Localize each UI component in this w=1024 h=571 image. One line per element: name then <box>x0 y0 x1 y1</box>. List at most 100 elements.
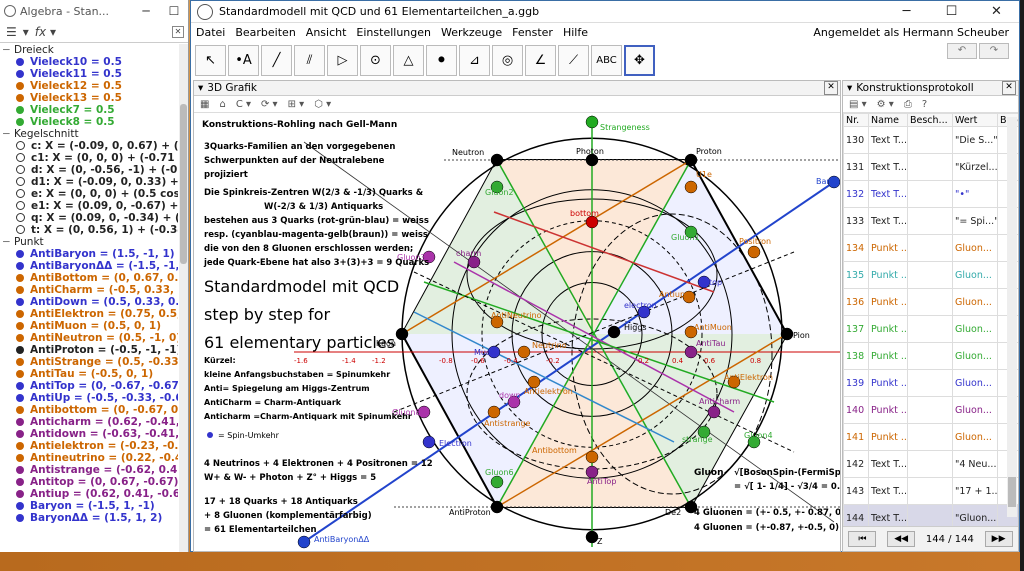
point-label[interactable]: Gluon2 <box>485 188 514 197</box>
column-header[interactable]: Nr. <box>843 113 869 127</box>
algebra-item[interactable]: AntiTau = (-0.5, 0, 1) <box>0 368 178 380</box>
tool-button[interactable]: ◎ <box>492 44 523 76</box>
collapse-icon[interactable]: ▾ <box>198 82 203 94</box>
algebra-group[interactable]: − Punkt <box>0 236 178 248</box>
visibility-toggle-icon[interactable] <box>16 418 24 426</box>
view-direction-icon[interactable]: ⊞ ▾ <box>288 99 305 110</box>
point-label[interactable]: Gluon4 <box>744 431 773 440</box>
point-label[interactable]: Higgs <box>624 323 647 332</box>
minimize-button[interactable]: ─ <box>884 4 929 19</box>
algebra-item[interactable]: Antineutrino = (0.22, -0.45) <box>0 452 178 464</box>
graphics-3d-canvas[interactable]: -1.6 -1.4 -1.2 -0.8 -0.6 -0.4 -0.2 0.2 0.4 0.6 0.8… <box>194 112 840 552</box>
point-neutron[interactable] <box>490 153 504 167</box>
table-row[interactable]: 140 Punkt ... Gluon... <box>843 396 1018 424</box>
point-label[interactable]: Antiup <box>659 290 685 299</box>
visibility-toggle-icon[interactable] <box>16 454 24 462</box>
visibility-toggle-icon[interactable] <box>16 490 24 498</box>
rotate-icon[interactable]: ⟳ ▾ <box>261 99 278 110</box>
point-label[interactable]: Photon <box>576 147 604 156</box>
collapse-icon[interactable]: − <box>2 236 14 248</box>
tool-button[interactable]: •A <box>228 44 259 76</box>
visibility-toggle-icon[interactable] <box>16 478 24 486</box>
point-label[interactable]: Antibottom <box>532 446 577 455</box>
table-row[interactable]: 142 Text T... "4 Neu..." <box>843 450 1018 478</box>
tool-button[interactable]: ⟋ <box>558 44 589 76</box>
grid-icon[interactable]: ▦ <box>200 99 209 110</box>
algebra-item[interactable]: AntiStrange = (0.5, -0.33, 0.33) <box>0 356 178 368</box>
undo-button[interactable]: ↶ <box>947 43 977 59</box>
point-label[interactable]: top <box>709 278 722 287</box>
algebra-item[interactable]: AntiUp = (-0.5, -0.33, -0.67) <box>0 392 178 404</box>
algebra-item[interactable]: BaryonΔΔ = (1.5, 1, 2) <box>0 512 178 524</box>
user-label[interactable]: Angemeldet als Hermann Scheuber <box>813 26 1019 39</box>
visibility-toggle-icon[interactable] <box>16 82 24 90</box>
visibility-toggle-icon[interactable] <box>16 286 24 294</box>
point-up[interactable] <box>684 180 698 194</box>
close-icon[interactable]: ✕ <box>824 81 838 95</box>
point-kaon[interactable] <box>395 327 409 341</box>
point-label[interactable]: Antistrange <box>484 419 531 428</box>
algebra-item[interactable]: AntiNeutron = (0.5, -1, 0) <box>0 332 178 344</box>
table-row[interactable]: 133 Text T... "= Spi..." <box>843 207 1018 235</box>
visibility-toggle-icon[interactable] <box>16 466 24 474</box>
point-label[interactable]: Antielektron <box>524 387 573 396</box>
visibility-toggle-icon[interactable] <box>16 177 25 186</box>
algebra-item[interactable]: q: X = (0.09, 0, -0.34) + (0.68 sin(t), … <box>0 212 178 224</box>
maximize-button[interactable]: ☐ <box>160 4 188 18</box>
algebra-item[interactable]: AntiBaryon = (1.5, -1, 1) <box>0 248 178 260</box>
point-antiproton[interactable] <box>490 500 504 514</box>
visibility-toggle-icon[interactable] <box>16 394 24 402</box>
formula-icon[interactable]: fx ▾ <box>35 25 56 39</box>
algebra-item[interactable]: Antidown = (-0.63, -0.41, 0.33) <box>0 428 178 440</box>
point-strangeness[interactable] <box>585 115 599 129</box>
protocol-scrollbar[interactable] <box>1007 117 1017 517</box>
collapse-icon[interactable]: − <box>2 128 14 140</box>
redo-button[interactable]: ↷ <box>979 43 1009 59</box>
visibility-toggle-icon[interactable] <box>16 262 24 270</box>
point-label[interactable]: AntiTau <box>696 339 725 348</box>
visibility-toggle-icon[interactable] <box>16 70 24 78</box>
menu-item[interactable]: Hilfe <box>558 26 593 39</box>
close-icon[interactable]: ✕ <box>172 26 184 38</box>
visibility-toggle-icon[interactable] <box>16 442 24 450</box>
tool-button[interactable]: ABC <box>591 44 622 76</box>
visibility-toggle-icon[interactable] <box>16 213 25 222</box>
algebra-item[interactable]: c1: X = (0, 0, 0) + (-0.71 cos(t) - 0.71 <box>0 152 178 164</box>
menu-item[interactable]: Werkzeuge <box>436 26 507 39</box>
point-label[interactable]: Z <box>597 537 603 546</box>
visibility-toggle-icon[interactable] <box>16 153 25 162</box>
close-icon[interactable]: ✕ <box>1002 81 1016 95</box>
point-label[interactable]: AntiElektron <box>724 373 773 382</box>
algebra-item[interactable]: AntiMuon = (0.5, 0, 1) <box>0 320 178 332</box>
visibility-toggle-icon[interactable] <box>16 370 24 378</box>
tool-button[interactable]: ∠ <box>525 44 556 76</box>
point-label[interactable]: Proton <box>696 147 722 156</box>
point-label[interactable]: Neutrino <box>532 341 567 350</box>
visibility-toggle-icon[interactable] <box>16 514 24 522</box>
algebra-item[interactable]: d: X = (0, -0.56, -1) + (-0.75 cos(t), -… <box>0 164 178 176</box>
point-electron2[interactable] <box>422 435 436 449</box>
table-row[interactable]: 134 Punkt ... Gluon... <box>843 234 1018 262</box>
point-anticharm[interactable] <box>707 405 721 419</box>
sort-icon[interactable]: ☰ <box>6 25 17 39</box>
visibility-toggle-icon[interactable] <box>16 298 24 306</box>
tool-button[interactable]: ⫽ <box>294 44 325 76</box>
table-row[interactable]: 136 Punkt ... Gluon... <box>843 288 1018 316</box>
point-label[interactable]: strange <box>682 435 713 444</box>
visibility-toggle-icon[interactable] <box>16 58 24 66</box>
columns-icon[interactable]: ▤ ▾ <box>849 99 867 110</box>
menu-item[interactable]: Datei <box>191 26 230 39</box>
visibility-toggle-icon[interactable] <box>16 189 25 198</box>
algebra-item[interactable]: Antibottom = (0, -0.67, 0.33) <box>0 404 178 416</box>
menu-item[interactable]: Ansicht <box>301 26 352 39</box>
visibility-toggle-icon[interactable] <box>16 382 24 390</box>
tool-button[interactable]: ╱ <box>261 44 292 76</box>
algebra-item[interactable]: Vieleck11 = 0.5 <box>0 68 178 80</box>
visibility-toggle-icon[interactable] <box>16 94 24 102</box>
point-gluon6[interactable] <box>490 475 504 489</box>
algebra-item[interactable]: AntiCharm = (-0.5, 0.33, -0.67) <box>0 284 178 296</box>
visibility-toggle-icon[interactable] <box>16 141 25 150</box>
visibility-toggle-icon[interactable] <box>16 165 25 174</box>
prev-step-button[interactable]: ◀◀ <box>887 531 916 547</box>
algebra-item[interactable]: e: X = (0, 0, 0) + (0.5 cos(t), 0.5 sin(… <box>0 188 178 200</box>
